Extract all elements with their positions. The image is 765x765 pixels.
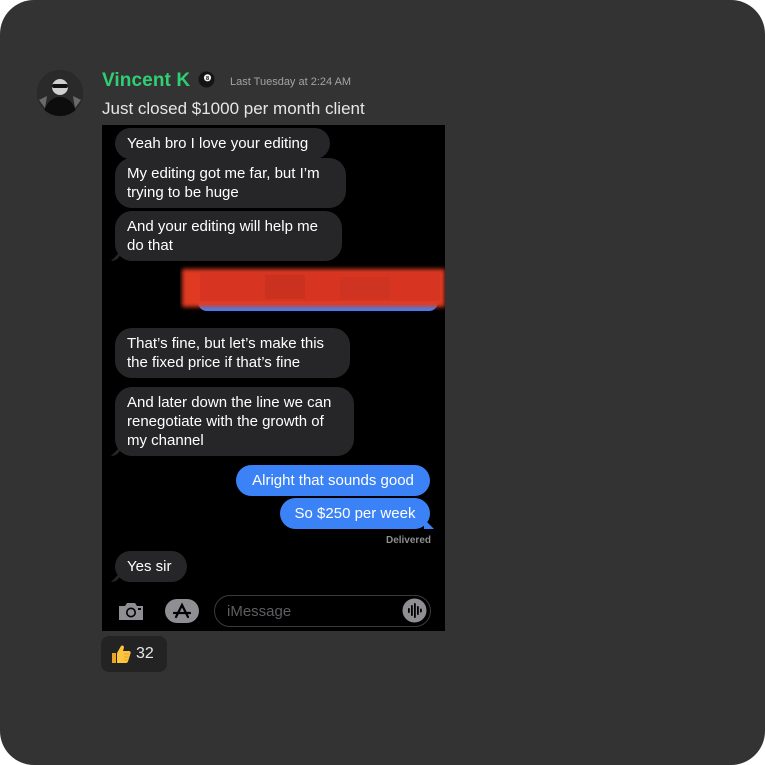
chat-bubble-incoming: Yes sir	[115, 551, 187, 582]
chat-bubble-incoming: And later down the line we can renegotia…	[115, 387, 354, 456]
redacted-message	[180, 263, 445, 313]
thumbs-up-icon	[110, 643, 132, 665]
imessage-input[interactable]: iMessage	[214, 595, 431, 627]
message-card: Vincent K 8 Last Tuesday at 2:24 AM Just…	[0, 0, 765, 765]
chat-bubble-outgoing: Alright that sounds good	[236, 465, 430, 496]
chat-bubble-incoming: My editing got me far, but I’m trying to…	[115, 158, 346, 208]
message-text: Just closed $1000 per month client	[102, 99, 365, 118]
eight-ball-icon: 8	[198, 71, 215, 88]
attached-screenshot[interactable]: Yeah bro I love your editing My editing …	[102, 125, 445, 631]
chat-bubble-incoming: That’s fine, but let’s make this the fix…	[115, 328, 350, 378]
reaction-button[interactable]: 32	[101, 636, 167, 672]
avatar[interactable]	[37, 70, 83, 116]
delivered-label: Delivered	[385, 535, 431, 546]
app-store-icon[interactable]	[164, 598, 200, 624]
svg-text:8: 8	[206, 76, 209, 82]
chat-bubble-incoming: Yeah bro I love your editing	[115, 128, 330, 159]
reaction-count: 32	[136, 645, 154, 662]
camera-icon[interactable]	[116, 599, 146, 623]
author-name[interactable]: Vincent K	[102, 70, 190, 92]
imessage-placeholder: iMessage	[227, 603, 292, 620]
timestamp: Last Tuesday at 2:24 AM	[230, 76, 352, 88]
audio-waveform-icon[interactable]	[402, 598, 427, 623]
chat-bubble-outgoing: So $250 per week	[280, 498, 430, 529]
chat-bubble-incoming: And your editing will help me do that	[115, 211, 342, 261]
